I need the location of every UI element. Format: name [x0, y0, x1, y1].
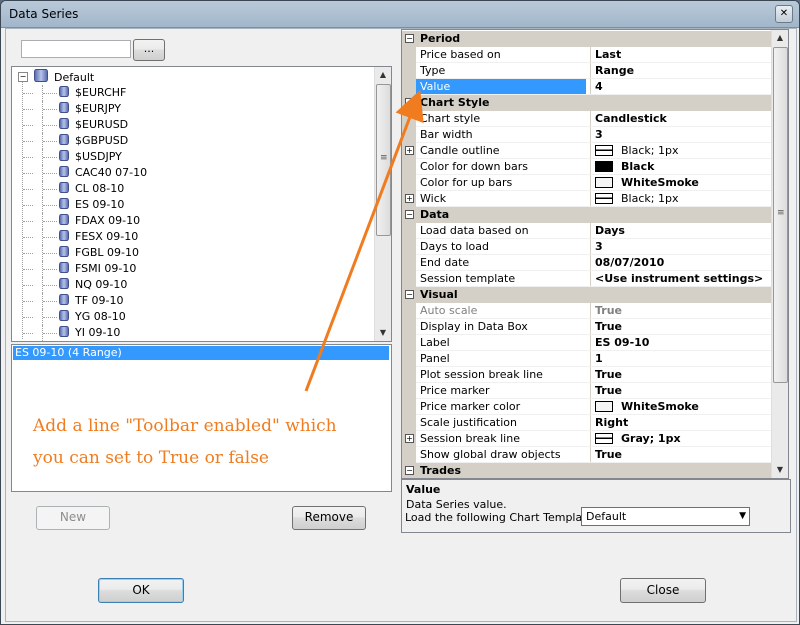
data-series-dialog: Data Series ✕ ... − Default $EURCHF $EURJ…: [0, 0, 800, 625]
title-bar[interactable]: Data Series ✕: [1, 1, 799, 28]
annotation-arrow: [304, 89, 424, 392]
window-title: Data Series: [9, 7, 79, 21]
dialog-client: ... − Default $EURCHF $EURJPY $EURUSD $GBPU…: [5, 28, 797, 622]
close-icon[interactable]: ✕: [775, 5, 793, 23]
